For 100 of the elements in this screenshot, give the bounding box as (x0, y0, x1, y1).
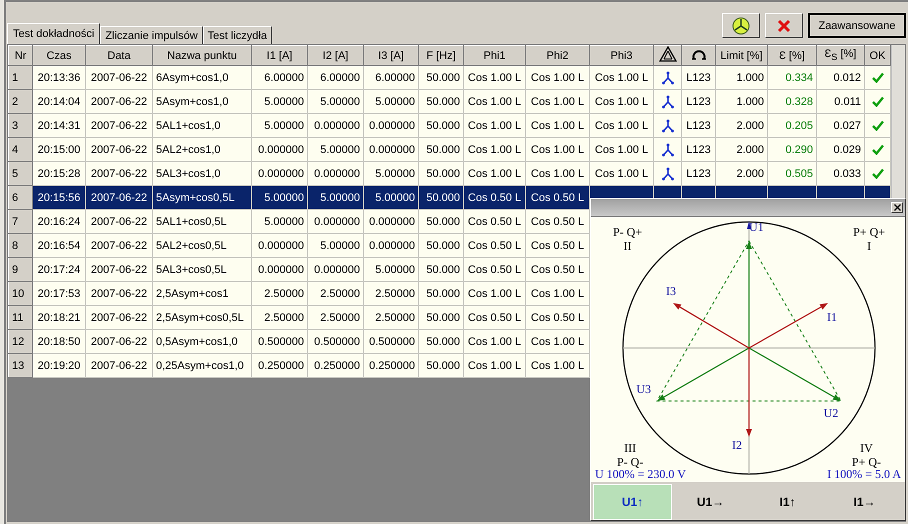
voltage-scale: U 100% = 230.0 V (595, 468, 686, 481)
column-header[interactable]: Nr (8, 46, 32, 66)
column-header[interactable]: Phi3 (590, 46, 654, 66)
table-cell: 0.027 (816, 114, 864, 138)
table-cell: 50.000 (418, 90, 464, 114)
quadrant-label: P+ Q+ (853, 225, 885, 239)
table-cell: 5.00000 (252, 186, 308, 210)
table-cell: Cos 1.00 L (464, 66, 526, 90)
table-cell: 5.00000 (252, 210, 308, 234)
column-header[interactable]: Data (86, 46, 152, 66)
table-cell: Cos 0.50 L (464, 234, 526, 258)
table-cell: 2007-06-22 (86, 90, 152, 114)
table-cell: 50.000 (418, 162, 464, 186)
table-cell: 2007-06-22 (86, 282, 152, 306)
table-cell: 50.000 (418, 114, 464, 138)
table-cell: 0.000000 (252, 234, 308, 258)
column-header[interactable]: Ɛ [%] (768, 46, 816, 66)
table-cell: Cos 1.00 L (590, 114, 654, 138)
column-header[interactable]: I1 [A] (252, 46, 308, 66)
table-cell: 50.000 (418, 258, 464, 282)
table-cell: 20:18:21 (32, 306, 86, 330)
table-cell: 5AL1+cos0,5L (152, 210, 252, 234)
quadrant-label: P- Q- (617, 455, 644, 469)
table-cell: Cos 1.00 L (526, 114, 590, 138)
advanced-button[interactable]: Zaawansowane (808, 13, 906, 38)
table-cell: L123 (682, 114, 716, 138)
column-header[interactable]: Phi1 (464, 46, 526, 66)
table-cell: Cos 1.00 L (590, 66, 654, 90)
delete-button[interactable] (765, 13, 803, 38)
table-cell: Cos 1.00 L (590, 90, 654, 114)
table-cell: Cos 1.00 L (526, 66, 590, 90)
table-cell: 0.250000 (252, 354, 308, 378)
column-header[interactable]: Ɛ$_{S}$ [%] (816, 46, 864, 66)
table-cell: 0.334 (768, 66, 816, 90)
table-cell: 5Asym+cos0,5L (152, 186, 252, 210)
table-cell: 2.50000 (252, 306, 308, 330)
column-header[interactable]: Nazwa punktu (152, 46, 252, 66)
star-connection-icon (660, 94, 674, 108)
table-row[interactable]: 1 20:13:36 2007-06-22 6Asym+cos1,0 6.00000 6.00000 6.00000 50.000 Cos 1.00 L Cos 1.00 L Cos 1.00 L L123 1.000 0.334 0.012 (8, 66, 890, 90)
table-cell: 6.00000 (252, 66, 308, 90)
table-cell: Cos 1.00 L (464, 90, 526, 114)
table-cell: 50.000 (418, 210, 464, 234)
vector-label: U1 (749, 220, 764, 234)
table-cell: 2.000 (716, 162, 768, 186)
table-cell: Cos 0.50 L (526, 234, 590, 258)
table-cell: 0.033 (816, 162, 864, 186)
table-cell: 0.000000 (252, 162, 308, 186)
column-header[interactable]: Phi2 (526, 46, 590, 66)
row-number: 5 (8, 162, 32, 186)
row-number: 7 (8, 210, 32, 234)
table-cell: 0,5Asym+cos1,0 (152, 330, 252, 354)
table-cell: 20:17:24 (32, 258, 86, 282)
column-header[interactable] (682, 46, 716, 66)
column-header[interactable]: I2 [A] (308, 46, 364, 66)
column-header[interactable]: Limit [%] (716, 46, 768, 66)
phasor-icon (731, 16, 751, 36)
star-connection-icon (660, 142, 674, 156)
table-row[interactable]: 5 20:15:28 2007-06-22 5AL3+cos1,0 0.000000 0.000000 5.00000 50.000 Cos 1.00 L Cos 1.00 L Cos 1.00 L L123 2.000 0.505 0.033 (8, 162, 890, 186)
table-cell: Cos 1.00 L (590, 138, 654, 162)
table-cell: Cos 0.50 L (464, 210, 526, 234)
column-header[interactable]: I3 [A] (364, 46, 418, 66)
table-cell: 2007-06-22 (86, 306, 152, 330)
table-cell: 2,5Asym+cos1 (152, 282, 252, 306)
row-number: 4 (8, 138, 32, 162)
table-cell: 0.505 (768, 162, 816, 186)
table-cell: 5AL3+cos0,5L (152, 258, 252, 282)
table-row[interactable]: 3 20:14:31 2007-06-22 5AL1+cos1,0 5.00000 0.000000 0.000000 50.000 Cos 1.00 L Cos 1.00 L Cos 1.00 L L123 2.000 0.205 0.027 (8, 114, 890, 138)
tab[interactable]: Test dokładności (7, 23, 100, 44)
star-connection-icon (660, 166, 674, 180)
table-row[interactable]: 4 20:15:00 2007-06-22 5AL2+cos1,0 0.000000 5.00000 0.000000 50.000 Cos 1.00 L Cos 1.00 L Cos 1.00 L L123 2.000 0.290 0.029 (8, 138, 890, 162)
table-cell: 20:17:53 (32, 282, 86, 306)
table-cell: 20:19:20 (32, 354, 86, 378)
table-cell: 6.00000 (308, 66, 364, 90)
column-header[interactable] (654, 46, 682, 66)
warning-icon (658, 46, 676, 62)
mode-button[interactable]: U1↑ (593, 484, 672, 520)
table-cell: Cos 1.00 L (464, 354, 526, 378)
table-cell: 2007-06-22 (86, 210, 152, 234)
table-cell: 50.000 (418, 66, 464, 90)
table-cell: 2,5Asym+cos0,5L (152, 306, 252, 330)
close-button[interactable] (891, 202, 903, 213)
column-header[interactable]: OK (864, 46, 890, 66)
tab[interactable]: Test liczydła (202, 26, 272, 44)
table-cell: 2007-06-22 (86, 234, 152, 258)
table-cell: 2.50000 (364, 282, 418, 306)
table-cell: 2007-06-22 (86, 114, 152, 138)
column-header[interactable]: F [Hz] (418, 46, 464, 66)
table-cell: 50.000 (418, 282, 464, 306)
phasor-button[interactable] (722, 13, 760, 38)
vector-label: U2 (824, 406, 838, 420)
column-header[interactable]: Czas (32, 46, 86, 66)
row-number: 12 (8, 330, 32, 354)
table-cell: Cos 1.00 L (464, 138, 526, 162)
table-cell: 0.000000 (308, 258, 364, 282)
table-cell: Cos 1.00 L (526, 354, 590, 378)
table-cell: 2007-06-22 (86, 330, 152, 354)
table-cell: 5.00000 (364, 90, 418, 114)
table-cell: 0.000000 (364, 138, 418, 162)
table-row[interactable]: 2 20:14:04 2007-06-22 5Asym+cos1,0 5.00000 5.00000 5.00000 50.000 Cos 1.00 L Cos 1.00 L Cos 1.00 L L123 1.000 0.328 0.011 (8, 90, 890, 114)
tab[interactable]: Zliczanie impulsów (100, 26, 203, 44)
